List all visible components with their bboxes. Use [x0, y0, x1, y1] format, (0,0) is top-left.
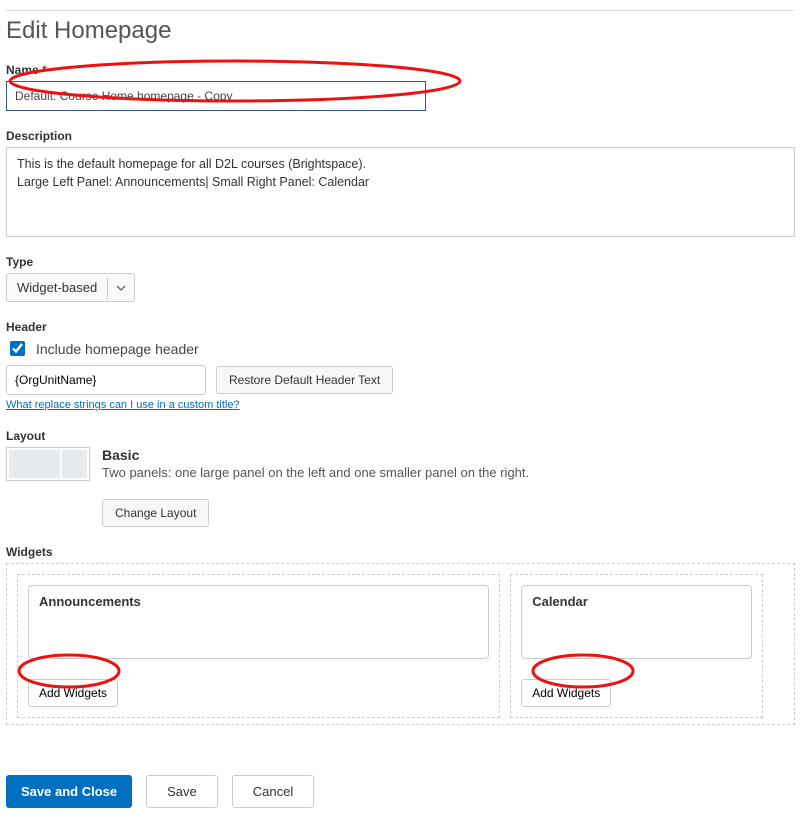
header-title-input[interactable] — [6, 365, 206, 395]
chevron-down-icon — [107, 277, 134, 299]
name-input[interactable] — [6, 81, 426, 111]
add-widgets-left-button[interactable]: Add Widgets — [28, 679, 118, 707]
type-dropdown[interactable]: Widget-based — [6, 273, 135, 302]
page-title: Edit Homepage — [6, 17, 795, 45]
name-label: Name * — [6, 63, 795, 77]
name-section: Name * — [6, 63, 795, 111]
widgets-left-panel: Announcements Add Widgets — [17, 574, 500, 718]
description-label: Description — [6, 129, 795, 143]
layout-description: Two panels: one large panel on the left … — [102, 465, 529, 480]
include-header-checkbox[interactable] — [10, 341, 25, 356]
widgets-container: Announcements Add Widgets Calendar Add W… — [6, 563, 795, 725]
layout-thumbnail — [6, 447, 90, 481]
type-label: Type — [6, 255, 795, 269]
layout-name: Basic — [102, 447, 529, 463]
layout-section: Layout Basic Two panels: one large panel… — [6, 429, 795, 527]
widget-calendar[interactable]: Calendar — [521, 585, 752, 659]
widgets-section: Widgets Announcements Add Widgets Calend… — [6, 545, 795, 725]
change-layout-button[interactable]: Change Layout — [102, 499, 209, 527]
restore-header-button[interactable]: Restore Default Header Text — [216, 366, 393, 394]
description-section: Description This is the default homepage… — [6, 129, 795, 237]
header-section: Header Include homepage header Restore D… — [6, 320, 795, 411]
header-label: Header — [6, 320, 795, 334]
name-label-text: Name — [6, 63, 39, 77]
type-section: Type Widget-based — [6, 255, 795, 302]
type-selected: Widget-based — [7, 274, 107, 301]
layout-label: Layout — [6, 429, 795, 443]
include-header-label: Include homepage header — [36, 341, 199, 357]
cancel-button[interactable]: Cancel — [232, 775, 314, 808]
required-marker: * — [42, 63, 47, 77]
description-textarea[interactable]: This is the default homepage for all D2L… — [6, 147, 795, 237]
action-bar: Save and Close Save Cancel — [6, 775, 795, 808]
add-widgets-right-button[interactable]: Add Widgets — [521, 679, 611, 707]
widgets-label: Widgets — [6, 545, 795, 559]
widgets-right-panel: Calendar Add Widgets — [510, 574, 763, 718]
widget-announcements[interactable]: Announcements — [28, 585, 489, 659]
replace-strings-help-link[interactable]: What replace strings can I use in a cust… — [6, 399, 240, 411]
save-and-close-button[interactable]: Save and Close — [6, 775, 132, 808]
save-button[interactable]: Save — [146, 775, 218, 808]
